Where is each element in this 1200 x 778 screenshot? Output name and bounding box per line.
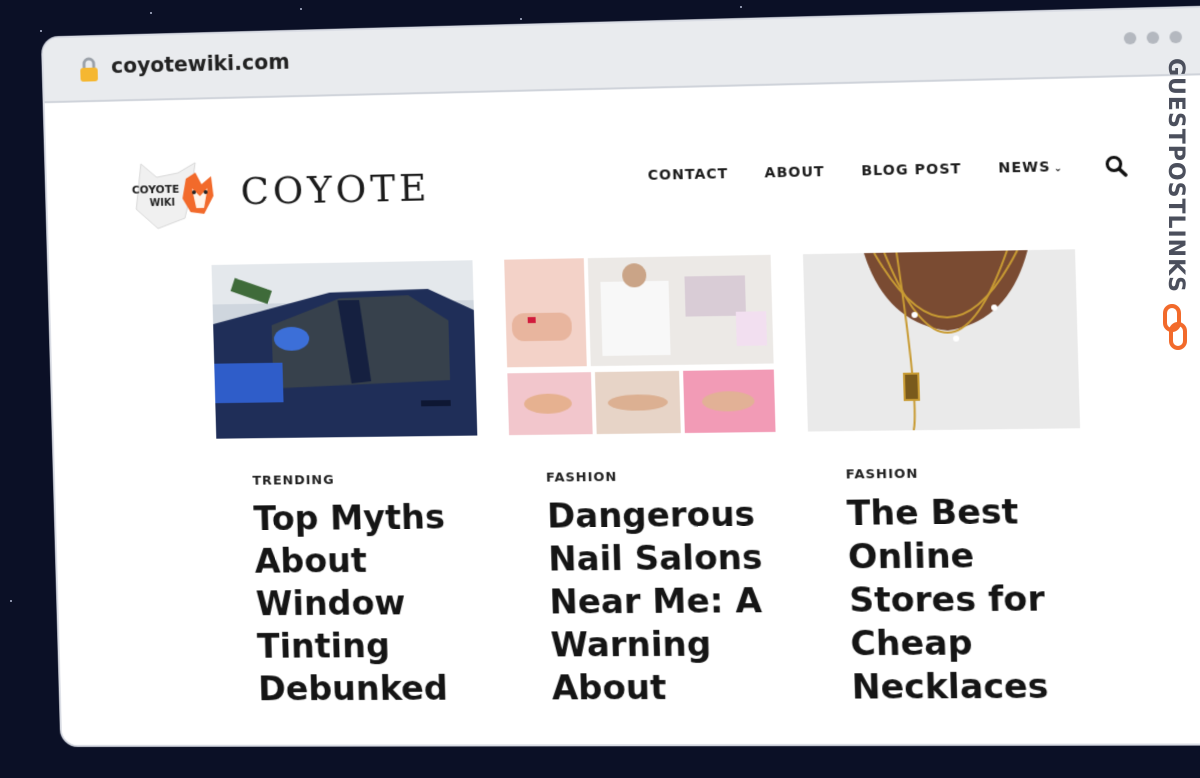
nav-about[interactable]: ABOUT [764,164,825,181]
post-card[interactable]: FASHION Dangerous Nail Salons Near Me: A… [504,254,783,711]
post-card[interactable]: TRENDING Top Myths About Window Tinting … [211,260,485,711]
post-image[interactable] [211,260,478,439]
post-category[interactable]: FASHION [546,468,777,486]
post-title[interactable]: The Best Online Stores for Cheap Necklac… [846,490,1078,709]
logo-text-1: COYOTE [132,183,180,197]
window-dot[interactable] [1123,32,1137,45]
website-content: COYOTE WIKI COYOTE CONTACT ABOUT BLOG PO… [44,74,1200,745]
logo-text-2: WIKI [150,198,176,209]
post-category[interactable]: FASHION [846,465,1082,483]
search-icon[interactable] [1104,155,1127,178]
window-dot[interactable] [1169,30,1183,44]
site-brand[interactable]: COYOTE [240,166,431,214]
window-controls [1123,30,1183,45]
window-dot[interactable] [1146,31,1160,44]
post-category[interactable]: TRENDING [252,471,478,489]
watermark-text: GUESTPOSTLINKS [1163,58,1188,293]
chevron-down-icon: ⌄ [1053,163,1064,175]
nav-contact[interactable]: CONTACT [648,166,729,184]
site-logo[interactable]: COYOTE WIKI [127,158,222,231]
post-grid: TRENDING Top Myths About Window Tinting … [211,249,1089,711]
lock-icon [78,57,100,82]
url-text[interactable]: coyotewiki.com [111,50,290,78]
post-card[interactable]: FASHION The Best Online Stores for Cheap… [802,249,1088,709]
browser-frame: coyotewiki.com COYOTE WIKI COYOTE CONTAC… [14,0,1200,778]
browser-window: coyotewiki.com COYOTE WIKI COYOTE CONTAC… [42,7,1200,745]
guestpostlinks-watermark: GUESTPOSTLINKS [1158,58,1192,358]
post-image[interactable] [504,254,776,436]
nav-news[interactable]: NEWS ⌄ [998,159,1064,177]
post-title[interactable]: Dangerous Nail Salons Near Me: A Warning… [547,493,774,710]
nav-blog-post[interactable]: BLOG POST [861,161,962,179]
main-nav: CONTACT ABOUT BLOG POST NEWS ⌄ [648,155,1128,187]
post-image[interactable] [802,249,1081,431]
nav-news-label: NEWS [998,159,1051,177]
link-icon [1163,304,1187,350]
post-title[interactable]: Top Myths About Window Tinting Debunked [253,496,475,711]
